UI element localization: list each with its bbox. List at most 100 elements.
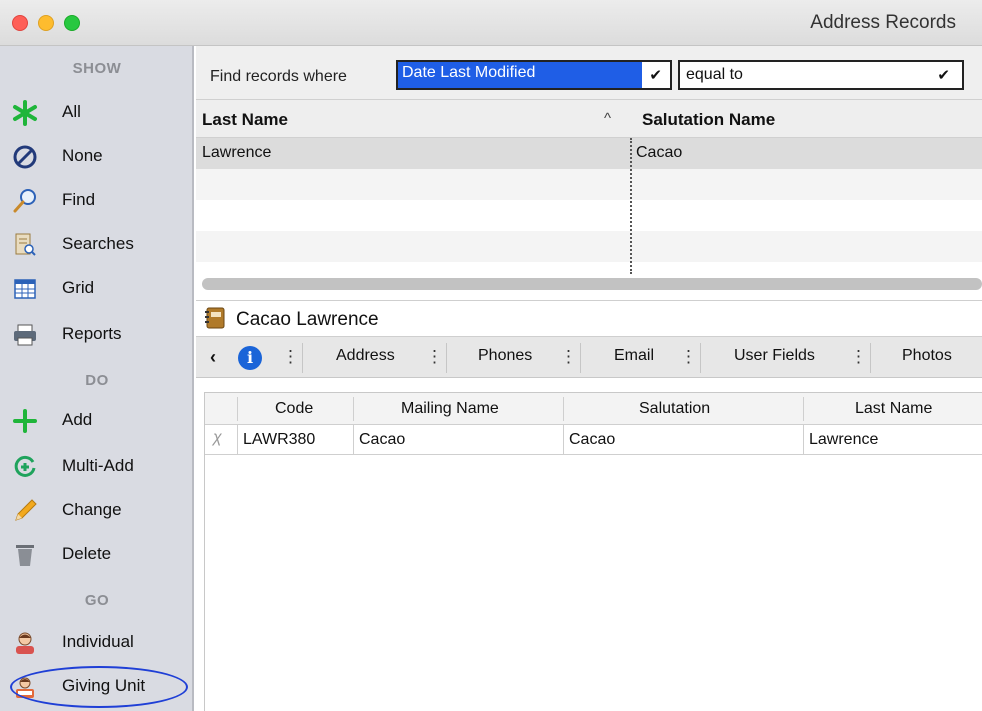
field-select-value: Date Last Modified: [398, 62, 642, 88]
section-do-heading: DO: [85, 372, 109, 389]
sidebar-item-grid[interactable]: Grid: [0, 268, 194, 308]
no-entry-icon: [12, 144, 38, 170]
sidebar-item-label: Multi-Add: [62, 456, 134, 475]
tab-menu-icon[interactable]: ⋮: [850, 347, 867, 367]
column-header-last-name[interactable]: Last Name: [855, 400, 932, 418]
sidebar-item-multi-add[interactable]: Multi-Add: [0, 446, 194, 486]
empty-row: [196, 200, 982, 231]
cell-code: LAWR380: [243, 431, 316, 448]
tab-menu-icon[interactable]: ⋮: [282, 347, 299, 367]
sidebar-item-label: Add: [62, 410, 93, 429]
record-detail-grid: Code Mailing Name Salutation Last Name χ…: [204, 392, 982, 711]
giving-unit-icon: [12, 674, 38, 700]
empty-row: [196, 231, 982, 262]
section-go-heading: GO: [84, 592, 110, 609]
column-divider: [630, 138, 632, 274]
column-divider: [563, 397, 564, 421]
title-bar: Address Records: [0, 0, 982, 46]
sidebar-item-add[interactable]: Add: [0, 400, 194, 440]
column-header-code[interactable]: Code: [275, 400, 313, 418]
tab-phones[interactable]: Phones: [478, 347, 532, 365]
row-marker-icon: χ: [213, 429, 222, 446]
sidebar-item-none[interactable]: None: [0, 136, 194, 176]
tab-divider: [302, 343, 303, 373]
column-header-salutation[interactable]: Salutation: [639, 400, 710, 418]
sidebar-item-all[interactable]: All: [0, 92, 194, 132]
window-title: Address Records: [810, 12, 956, 33]
column-divider: [237, 397, 238, 421]
operator-select-value: equal to: [686, 66, 743, 83]
results-grid-header: Last Name ^ Salutation Name: [196, 100, 982, 138]
asterisk-icon: [12, 100, 38, 126]
sidebar-item-individual[interactable]: Individual: [0, 622, 194, 662]
tab-user-fields[interactable]: User Fields: [734, 347, 815, 365]
column-divider: [353, 397, 354, 421]
grid-icon: [12, 276, 38, 302]
operator-select[interactable]: equal to ✔: [678, 60, 964, 90]
results-grid: Last Name ^ Salutation Name Lawrence Cac…: [196, 100, 982, 296]
field-select[interactable]: Date Last Modified ✔: [396, 60, 672, 90]
previous-tab-button[interactable]: ‹: [210, 347, 216, 368]
sidebar-item-label: Change: [62, 500, 122, 519]
info-icon[interactable]: i: [238, 346, 262, 370]
pencil-icon: [12, 498, 38, 524]
column-divider: [803, 425, 804, 455]
cell-last-name: Lawrence: [202, 144, 272, 161]
tab-menu-icon[interactable]: ⋮: [680, 347, 697, 367]
horizontal-scrollbar[interactable]: [202, 278, 982, 290]
saved-searches-icon: [12, 232, 38, 258]
sidebar-item-change[interactable]: Change: [0, 490, 194, 530]
sidebar-item-label: None: [62, 146, 103, 165]
find-bar: Find records where Date Last Modified ✔ …: [196, 46, 982, 100]
tab-photos[interactable]: Photos: [902, 347, 952, 365]
record-title: Cacao Lawrence: [236, 309, 379, 330]
tab-divider: [870, 343, 871, 373]
sidebar-item-label: Searches: [62, 234, 134, 253]
sidebar: SHOW All None Find Searches Grid Reports…: [0, 46, 194, 711]
sidebar-item-label: Giving Unit: [62, 676, 146, 695]
record-detail-grid-header: Code Mailing Name Salutation Last Name: [205, 393, 982, 425]
close-window-button[interactable]: [12, 15, 28, 31]
cell-salutation: Cacao: [569, 431, 616, 448]
column-header-mailing-name[interactable]: Mailing Name: [401, 400, 499, 418]
tab-divider: [580, 343, 581, 373]
column-header-salutation-name[interactable]: Salutation Name: [642, 110, 775, 130]
sidebar-item-delete[interactable]: Delete: [0, 534, 194, 574]
column-divider: [803, 397, 804, 421]
sidebar-item-searches[interactable]: Searches: [0, 224, 194, 264]
record-header: Cacao Lawrence: [196, 300, 982, 336]
maximize-window-button[interactable]: [64, 15, 80, 31]
sidebar-item-find[interactable]: Find: [0, 180, 194, 220]
record-tabs: ‹ i ⋮ Address ⋮ Phones ⋮ Email ⋮ User Fi…: [196, 336, 982, 378]
table-row[interactable]: Lawrence Cacao: [196, 138, 982, 169]
magnifier-icon: [12, 188, 38, 214]
cell-mailing-name: Cacao: [359, 431, 406, 448]
tab-menu-icon[interactable]: ⋮: [426, 347, 443, 367]
table-row[interactable]: χ LAWR380 Cacao Cacao Lawrence: [205, 425, 982, 455]
sidebar-item-label: Find: [62, 190, 96, 209]
printer-icon: [12, 322, 38, 348]
sidebar-item-reports[interactable]: Reports: [0, 314, 194, 354]
address-book-icon: [204, 307, 226, 329]
sort-ascending-icon[interactable]: ^: [604, 110, 611, 127]
empty-row: [196, 169, 982, 200]
chevron-down-icon: ✔: [649, 67, 662, 84]
sidebar-item-label: All: [62, 102, 81, 121]
sidebar-item-label: Grid: [62, 278, 95, 297]
sidebar-item-giving-unit[interactable]: Giving Unit: [0, 666, 194, 706]
chevron-down-icon: ✔: [937, 67, 950, 84]
tab-menu-icon[interactable]: ⋮: [560, 347, 577, 367]
tab-address[interactable]: Address: [336, 347, 395, 365]
tab-email[interactable]: Email: [614, 347, 654, 365]
minimize-window-button[interactable]: [38, 15, 54, 31]
individual-icon: [12, 630, 38, 656]
column-divider: [563, 425, 564, 455]
column-header-last-name[interactable]: Last Name: [202, 110, 288, 130]
tab-divider: [446, 343, 447, 373]
cell-salutation-name: Cacao: [636, 144, 683, 161]
column-divider: [237, 425, 238, 455]
cell-last-name: Lawrence: [809, 431, 879, 448]
trash-icon: [12, 542, 38, 568]
plus-icon: [12, 408, 38, 434]
find-label: Find records where: [210, 68, 347, 85]
